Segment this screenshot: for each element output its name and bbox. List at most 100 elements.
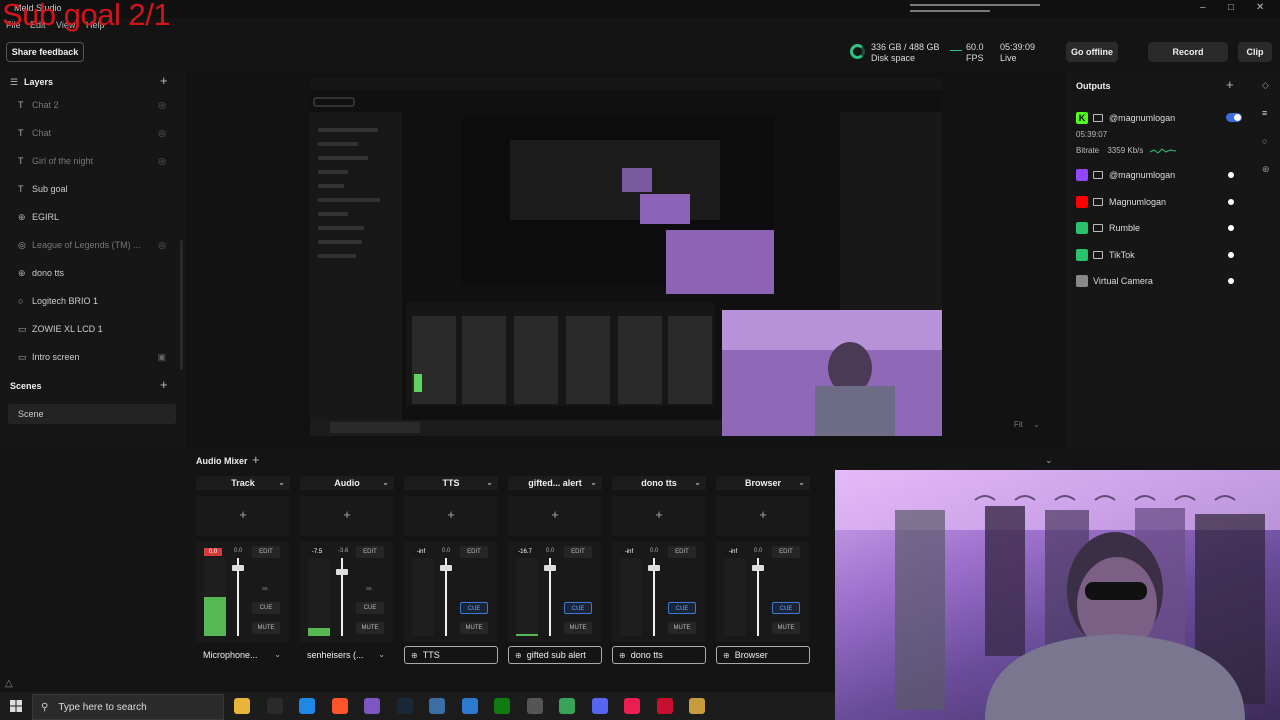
cue-button[interactable]: CUE: [356, 602, 384, 614]
add-filter-button[interactable]: +: [404, 496, 498, 536]
edit-button[interactable]: EDIT: [460, 546, 488, 558]
layer-item[interactable]: ○ Logitech BRIO 1: [18, 292, 168, 310]
lock-icon[interactable]: ▣: [157, 352, 166, 363]
output-status-toggle[interactable]: [1228, 198, 1234, 205]
mute-button[interactable]: MUTE: [252, 622, 280, 634]
file-explorer-icon[interactable]: [234, 698, 250, 714]
output-status-toggle[interactable]: [1228, 278, 1234, 284]
layer-item[interactable]: ◎ League of Legends (TM) ... ◎: [18, 236, 168, 254]
add-filter-button[interactable]: +: [508, 496, 602, 536]
maximize-icon[interactable]: □: [1228, 2, 1234, 13]
output-status-toggle[interactable]: [1228, 251, 1234, 258]
add-output-button[interactable]: +: [1226, 77, 1234, 92]
hidden-eye-icon[interactable]: ◎: [158, 156, 166, 167]
output-status-toggle[interactable]: [1228, 225, 1234, 231]
layer-item[interactable]: ▭ Intro screen ▣: [18, 348, 168, 366]
track-source-selector[interactable]: Microphone... ⌄: [196, 646, 290, 664]
sliders-icon[interactable]: ≡: [1262, 108, 1267, 118]
collapse-mixer-icon[interactable]: ⌄: [1045, 455, 1053, 466]
fader-handle[interactable]: [336, 568, 348, 575]
meld-icon[interactable]: [429, 698, 445, 714]
cue-button[interactable]: CUE: [564, 602, 592, 614]
fader-handle[interactable]: [232, 565, 244, 572]
lol-icon[interactable]: [656, 698, 673, 714]
chat-icon[interactable]: ○: [1262, 136, 1267, 146]
store-icon[interactable]: [461, 698, 478, 714]
chrome-icon[interactable]: [364, 698, 380, 714]
diamond-icon[interactable]: ◇: [1262, 80, 1269, 91]
add-filter-button[interactable]: +: [300, 496, 394, 536]
track-name-dropdown[interactable]: Track ⌄: [196, 476, 290, 490]
close-icon[interactable]: ✕: [1256, 2, 1264, 13]
layer-item[interactable]: ⊕ dono tts: [18, 264, 168, 282]
edit-button[interactable]: EDIT: [668, 546, 696, 558]
share-feedback-button[interactable]: Share feedback: [6, 42, 84, 62]
output-kick[interactable]: K @magnumlogan: [1076, 110, 1246, 126]
mute-button[interactable]: MUTE: [564, 622, 592, 634]
add-filter-button[interactable]: +: [196, 496, 290, 536]
epic-games-icon[interactable]: [266, 698, 283, 714]
output-tiktok[interactable]: TikTok: [1076, 247, 1246, 263]
output-youtube[interactable]: Magnumlogan: [1076, 194, 1246, 210]
track-name-dropdown[interactable]: dono tts ⌄: [612, 476, 706, 490]
mute-button[interactable]: MUTE: [356, 622, 384, 634]
windows-start-icon[interactable]: [10, 700, 22, 712]
fit-dropdown[interactable]: Fit ⌄: [1014, 420, 1054, 436]
mute-button[interactable]: MUTE: [668, 622, 696, 634]
add-filter-button[interactable]: +: [612, 496, 706, 536]
fader-handle[interactable]: [440, 565, 452, 572]
add-scene-button[interactable]: +: [160, 377, 168, 392]
edit-button[interactable]: EDIT: [252, 546, 280, 558]
fader-handle[interactable]: [648, 565, 660, 572]
notepad-icon[interactable]: [559, 698, 575, 714]
tiktok-icon[interactable]: [624, 698, 640, 714]
track-source-selector[interactable]: ⊕ gifted sub alert: [508, 646, 602, 664]
program-preview[interactable]: [310, 78, 942, 436]
link-icon[interactable]: ∞: [366, 584, 372, 593]
track-source-selector[interactable]: ⊕ TTS: [404, 646, 498, 664]
track-name-dropdown[interactable]: Browser ⌄: [716, 476, 810, 490]
warning-icon[interactable]: △: [5, 678, 13, 689]
edit-button[interactable]: EDIT: [564, 546, 592, 558]
layer-item[interactable]: T Chat 2 ◎: [18, 96, 168, 114]
cue-button[interactable]: CUE: [252, 602, 280, 614]
fader-handle[interactable]: [544, 565, 556, 572]
add-track-button[interactable]: +: [252, 452, 260, 467]
track-source-selector[interactable]: ⊕ dono tts: [612, 646, 706, 664]
record-button[interactable]: Record: [1148, 42, 1228, 62]
cue-button[interactable]: CUE: [668, 602, 696, 614]
fader-handle[interactable]: [752, 565, 764, 572]
edit-button[interactable]: EDIT: [356, 546, 384, 558]
add-filter-button[interactable]: +: [716, 496, 810, 536]
track-source-selector[interactable]: ⊕ Browser: [716, 646, 810, 664]
taskbar-search[interactable]: ⚲ Type here to search: [32, 694, 224, 720]
add-layer-button[interactable]: +: [160, 73, 168, 88]
steam-icon[interactable]: [396, 698, 413, 714]
scene-item[interactable]: Scene: [8, 404, 176, 424]
track-source-selector[interactable]: senheisers (... ⌄: [300, 646, 394, 664]
layer-item[interactable]: ⊕ EGIRL: [18, 208, 168, 226]
track-name-dropdown[interactable]: TTS ⌄: [404, 476, 498, 490]
brave-icon[interactable]: [331, 698, 348, 714]
broadcast-icon[interactable]: ⊛: [1262, 164, 1270, 175]
layer-item[interactable]: T Sub goal: [18, 180, 168, 198]
track-name-dropdown[interactable]: gifted... alert ⌄: [508, 476, 602, 490]
cue-button[interactable]: CUE: [772, 602, 800, 614]
output-rumble[interactable]: Rumble: [1076, 220, 1246, 236]
hidden-eye-icon[interactable]: ◎: [158, 100, 166, 111]
output-twitch[interactable]: @magnumlogan: [1076, 167, 1246, 183]
layers-scrollbar[interactable]: [180, 240, 183, 370]
hidden-eye-icon[interactable]: ◎: [158, 240, 166, 251]
cue-button[interactable]: CUE: [460, 602, 488, 614]
go-offline-button[interactable]: Go offline: [1066, 42, 1118, 62]
hidden-eye-icon[interactable]: ◎: [158, 128, 166, 139]
riot-icon[interactable]: [526, 698, 543, 714]
layer-item[interactable]: T Chat ◎: [18, 124, 168, 142]
layer-item[interactable]: T Girl of the night ◎: [18, 152, 168, 170]
mute-button[interactable]: MUTE: [772, 622, 800, 634]
link-icon[interactable]: ∞: [262, 584, 268, 593]
output-status-toggle[interactable]: [1228, 172, 1234, 178]
edge-icon[interactable]: [299, 698, 315, 714]
layer-item[interactable]: ▭ ZOWIE XL LCD 1: [18, 320, 168, 338]
league-client-icon[interactable]: [689, 698, 705, 714]
